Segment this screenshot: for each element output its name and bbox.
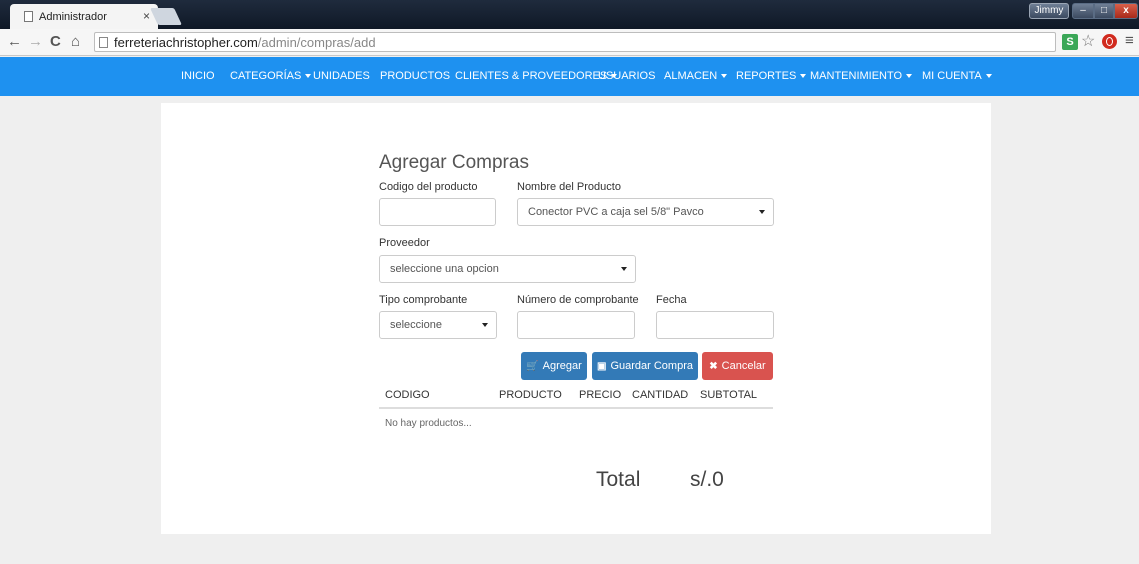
nav-usuarios[interactable]: USUARIOS: [598, 57, 655, 96]
caret-down-icon: [800, 74, 807, 79]
guardar-compra-button[interactable]: ▣ Guardar Compra: [592, 352, 698, 380]
dropdown-arrow-icon: [482, 323, 488, 327]
fecha-input[interactable]: [656, 311, 774, 339]
empty-table-message: No hay productos...: [385, 418, 472, 429]
caret-down-icon: [985, 74, 992, 79]
th-cantidad: CANTIDAD: [632, 389, 689, 401]
page-icon: [24, 11, 33, 22]
nav-mantenimiento[interactable]: MANTENIMIENTO: [810, 57, 913, 96]
menu-icon[interactable]: ≡: [1125, 32, 1134, 49]
codigo-input[interactable]: [379, 198, 496, 226]
profile-button[interactable]: Jimmy: [1029, 3, 1069, 19]
nav-mantenimiento-label: MANTENIMIENTO: [810, 70, 903, 82]
browser-tab[interactable]: Administrador ×: [10, 4, 158, 29]
nav-clientes-proveedores[interactable]: CLIENTES & PROVEEDORES: [455, 57, 618, 96]
home-icon[interactable]: ⌂: [71, 33, 80, 50]
reload-icon[interactable]: C: [50, 33, 61, 50]
nav-productos[interactable]: PRODUCTOS: [380, 57, 450, 96]
numero-comprobante-label: Número de comprobante: [517, 294, 639, 306]
nombre-select[interactable]: Conector PVC a caja sel 5/8" Pavco: [517, 198, 774, 226]
forward-arrow-icon[interactable]: →: [28, 33, 43, 50]
main-navbar: INICIO CATEGORÍAS UNIDADES PRODUCTOS CLI…: [0, 57, 1139, 96]
browser-tab-strip: Administrador × Jimmy – □ x: [0, 0, 1139, 29]
agregar-label: Agregar: [542, 360, 582, 372]
proveedor-selected-value: seleccione una opcion: [390, 263, 499, 275]
nav-unidades[interactable]: UNIDADES: [313, 57, 370, 96]
th-codigo: CODIGO: [385, 389, 430, 401]
caret-down-icon: [305, 74, 312, 79]
cancelar-button[interactable]: ✖ Cancelar: [702, 352, 773, 380]
tab-title: Administrador: [39, 10, 107, 23]
extension-s-icon[interactable]: S: [1062, 34, 1078, 50]
caret-down-icon: [906, 74, 913, 79]
nav-mi-cuenta-label: MI CUENTA: [922, 70, 982, 82]
page-icon: [99, 36, 108, 48]
proveedor-label: Proveedor: [379, 237, 430, 249]
th-producto: PRODUCTO: [499, 389, 562, 401]
tipo-comprobante-label: Tipo comprobante: [379, 294, 468, 306]
adblock-icon[interactable]: [1102, 34, 1117, 49]
fecha-label: Fecha: [656, 294, 687, 306]
nav-inicio[interactable]: INICIO: [181, 57, 215, 96]
close-icon: ✖: [709, 360, 718, 372]
back-arrow-icon[interactable]: ←: [7, 33, 22, 50]
numero-comprobante-input[interactable]: [517, 311, 635, 339]
cart-icon: 🛒: [526, 360, 539, 372]
caret-down-icon: [721, 74, 728, 79]
nombre-selected-value: Conector PVC a caja sel 5/8" Pavco: [528, 206, 704, 218]
total-value: s/.0: [690, 468, 724, 491]
url-path: /admin/compras/add: [257, 34, 376, 50]
dropdown-arrow-icon: [621, 267, 627, 271]
nombre-label: Nombre del Producto: [517, 181, 621, 193]
total-label: Total: [596, 468, 641, 491]
table-divider: [379, 407, 773, 409]
agregar-button[interactable]: 🛒 Agregar: [521, 352, 587, 380]
cancelar-label: Cancelar: [721, 360, 766, 372]
codigo-label: Codigo del producto: [379, 181, 478, 193]
bookmark-star-icon[interactable]: ☆: [1081, 31, 1095, 51]
nav-mi-cuenta[interactable]: MI CUENTA: [922, 57, 992, 96]
save-icon: ▣: [597, 360, 607, 372]
maximize-button[interactable]: □: [1094, 3, 1114, 19]
nav-almacen-label: ALMACEN: [664, 70, 718, 82]
browser-toolbar: ← → C ⌂ ferreteriachristopher.com/admin/…: [0, 29, 1139, 56]
address-bar[interactable]: ferreteriachristopher.com/admin/compras/…: [94, 32, 1056, 52]
dropdown-arrow-icon: [759, 210, 765, 214]
nav-clientes-label: CLIENTES & PROVEEDORES: [455, 70, 608, 82]
minimize-button[interactable]: –: [1072, 3, 1094, 19]
nav-reportes[interactable]: REPORTES: [736, 57, 807, 96]
nav-categorias-label: CATEGORÍAS: [230, 70, 302, 82]
tab-close-icon[interactable]: ×: [143, 9, 150, 23]
tipo-selected-value: seleccione: [390, 319, 442, 331]
page-title: Agregar Compras: [379, 152, 529, 173]
tipo-comprobante-select[interactable]: seleccione: [379, 311, 497, 339]
th-subtotal: SUBTOTAL: [700, 389, 758, 401]
close-window-button[interactable]: x: [1114, 3, 1138, 19]
nav-almacen[interactable]: ALMACEN: [664, 57, 728, 96]
nav-reportes-label: REPORTES: [736, 70, 797, 82]
th-precio: PRECIO: [579, 389, 622, 401]
proveedor-select[interactable]: seleccione una opcion: [379, 255, 636, 283]
url-host: ferreteriachristopher.com: [114, 34, 258, 50]
nav-categorias[interactable]: CATEGORÍAS: [230, 57, 312, 96]
guardar-label: Guardar Compra: [610, 360, 693, 372]
